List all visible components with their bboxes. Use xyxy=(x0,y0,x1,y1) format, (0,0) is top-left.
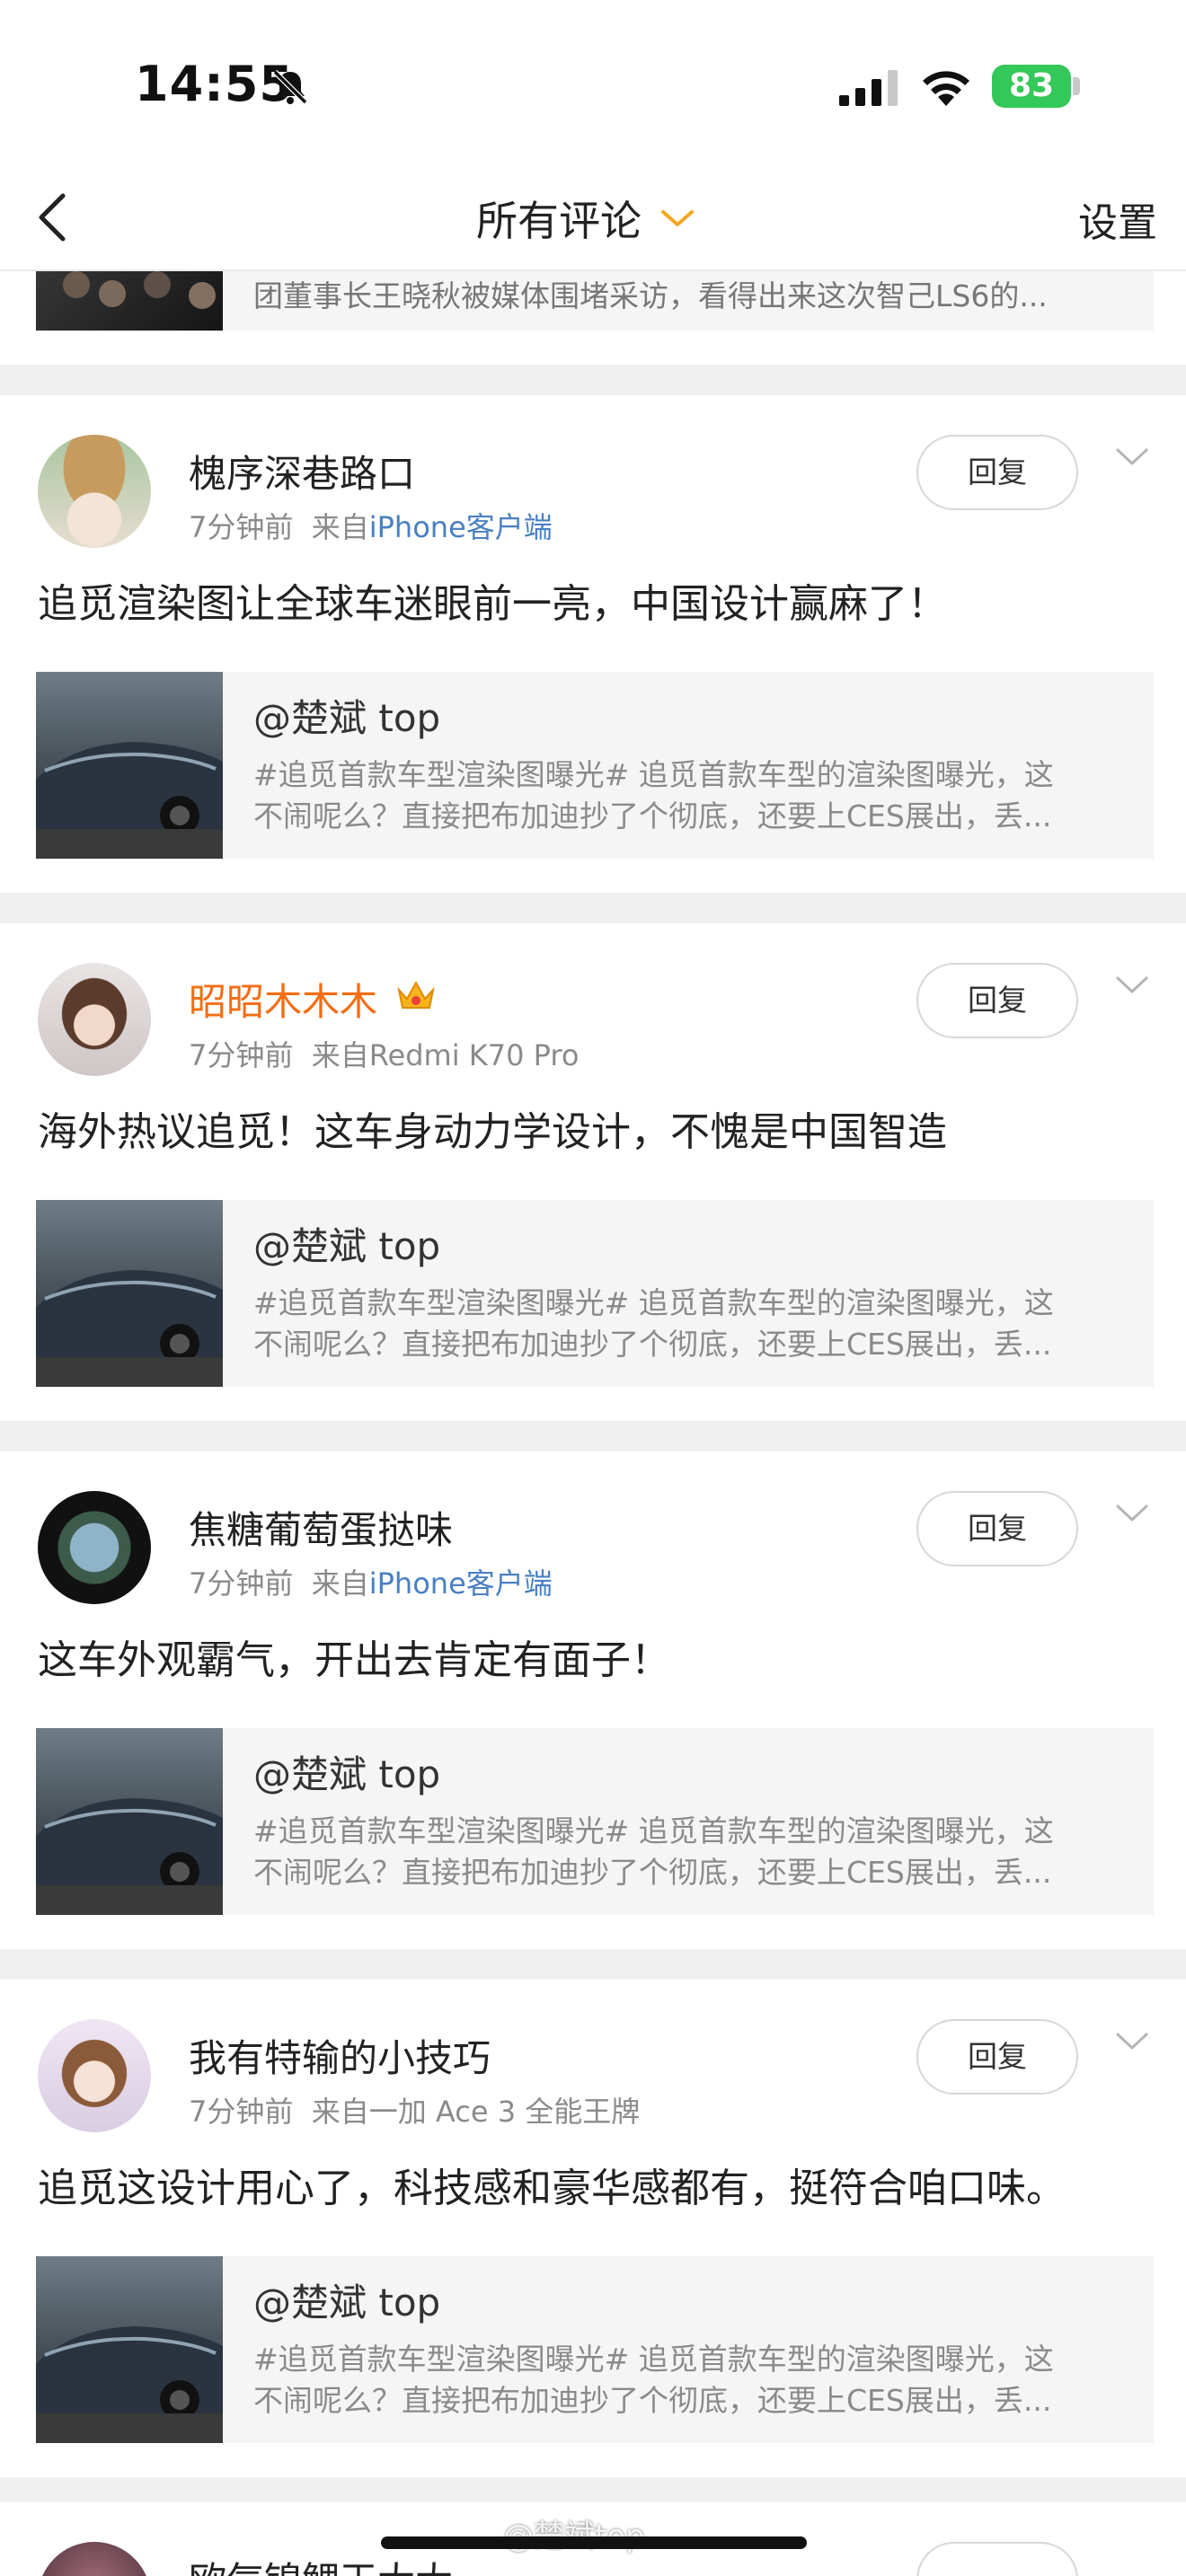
comment-time: 7分钟前 xyxy=(189,1566,294,1601)
comment-source: 一加 Ace 3 全能王牌 xyxy=(368,2095,641,2129)
comment-time: 7分钟前 xyxy=(189,510,294,544)
comment-meta: 7分钟前 来自一加 Ace 3 全能王牌 xyxy=(189,2089,640,2130)
quoted-post-text: #追觅首款车型渲染图曝光# 追觅首款车型的渲染图曝光，这 不闹呢么？直接把布加迪… xyxy=(253,1283,1143,1365)
comment-text: 海外热议追觅！这车身动力学设计，不愧是中国智造 xyxy=(38,1109,947,1155)
battery-cap xyxy=(1073,77,1080,95)
source-prefix: 来自 xyxy=(311,1566,369,1601)
nav-bar: 所有评论 设置 xyxy=(0,171,1186,271)
quoted-line: #追觅首款车型渲染图曝光# 追觅首款车型的渲染图曝光，这 xyxy=(253,1813,1054,1848)
chevron-down-icon[interactable] xyxy=(1114,446,1150,469)
quoted-line: 不闹呢么？直接把布加迪抄了个彻底，还要上CES展出，丢... xyxy=(253,1855,1052,1890)
post-thumbnail xyxy=(36,2256,223,2443)
comment-source-link[interactable]: iPhone客户端 xyxy=(369,1566,553,1601)
card-divider xyxy=(0,1949,1186,1980)
quoted-author: @楚斌 top xyxy=(253,1224,441,1268)
quoted-line: #追觅首款车型渲染图曝光# 追觅首款车型的渲染图曝光，这 xyxy=(253,757,1054,792)
chevron-down-icon[interactable] xyxy=(1114,1502,1150,1525)
card-divider xyxy=(0,1421,1186,1451)
card-divider xyxy=(0,2477,1186,2502)
comment-source-link[interactable]: iPhone客户端 xyxy=(369,510,553,544)
post-thumbnail xyxy=(36,1200,223,1387)
comment-meta: 7分钟前 来自iPhone客户端 xyxy=(189,1561,553,1602)
comment-text: 追觅渲染图让全球车迷眼前一亮，中国设计赢麻了！ xyxy=(38,581,947,627)
wifi-icon xyxy=(923,71,969,106)
reply-button[interactable]: 回复 xyxy=(916,1491,1078,1566)
comment-card: 焦糖葡萄蛋挞味 7分钟前 来自iPhone客户端 回复 这车外观霸气，开出去肯定… xyxy=(0,1451,1186,1949)
bell-muted-icon xyxy=(272,69,308,105)
username[interactable]: 我有特输的小技巧 xyxy=(189,2028,491,2083)
reply-button[interactable]: 回复 xyxy=(916,435,1078,510)
back-arrow-icon[interactable] xyxy=(27,181,81,253)
chevron-down-icon xyxy=(661,210,694,226)
comment-time: 7分钟前 xyxy=(189,2095,294,2129)
quoted-author: @楚斌 top xyxy=(253,2280,441,2325)
home-indicator xyxy=(381,2536,807,2549)
quoted-line: 不闹呢么？直接把布加迪抄了个彻底，还要上CES展出，丢... xyxy=(253,2383,1052,2418)
page-title: 所有评论 xyxy=(476,197,642,245)
card-divider xyxy=(0,365,1186,395)
reply-button[interactable]: 回复 xyxy=(916,2019,1078,2095)
comment-filter-dropdown[interactable]: 所有评论 xyxy=(476,187,697,250)
reply-button[interactable]: 回复 xyxy=(916,963,1078,1038)
chevron-down-icon[interactable] xyxy=(1114,2030,1150,2053)
quoted-post[interactable]: @楚斌 top #追觅首款车型渲染图曝光# 追觅首款车型的渲染图曝光，这 不闹呢… xyxy=(36,2256,1154,2443)
username[interactable]: 欧气锦鲤王大大 xyxy=(189,2551,453,2576)
quoted-post-text: 团董事长王晓秋被媒体围堵采访，看得出来这次智己LS6的... xyxy=(253,278,1048,313)
comment-meta: 7分钟前 来自iPhone客户端 xyxy=(189,505,553,546)
comment-text: 这车外观霸气，开出去肯定有面子！ xyxy=(38,1637,670,1683)
avatar[interactable] xyxy=(38,2542,151,2576)
quoted-line: 不闹呢么？直接把布加迪抄了个彻底，还要上CES展出，丢... xyxy=(253,1327,1052,1362)
avatar[interactable] xyxy=(38,963,151,1076)
comment-time: 7分钟前 xyxy=(189,1038,294,1072)
quoted-post[interactable]: @楚斌 top #追觅首款车型渲染图曝光# 追觅首款车型的渲染图曝光，这 不闹呢… xyxy=(36,672,1154,859)
settings-button[interactable]: 设置 xyxy=(1078,190,1157,248)
quoted-line: #追觅首款车型渲染图曝光# 追觅首款车型的渲染图曝光，这 xyxy=(253,1285,1054,1320)
quoted-post-text: #追觅首款车型渲染图曝光# 追觅首款车型的渲染图曝光，这 不闹呢么？直接把布加迪… xyxy=(253,754,1143,837)
partial-comment-card: 团董事长王晓秋被媒体围堵采访，看得出来这次智己LS6的... xyxy=(0,271,1186,365)
avatar[interactable] xyxy=(38,2019,151,2132)
quoted-post[interactable]: @楚斌 top #追觅首款车型渲染图曝光# 追觅首款车型的渲染图曝光，这 不闹呢… xyxy=(36,1728,1154,1915)
avatar[interactable] xyxy=(38,1491,151,1604)
quoted-post-text: #追觅首款车型渲染图曝光# 追觅首款车型的渲染图曝光，这 不闹呢么？直接把布加迪… xyxy=(253,1811,1143,1893)
post-thumbnail xyxy=(36,271,223,331)
quoted-line: #追觅首款车型渲染图曝光# 追觅首款车型的渲染图曝光，这 xyxy=(253,2342,1054,2377)
quoted-author: @楚斌 top xyxy=(253,1752,441,1796)
post-thumbnail xyxy=(36,672,223,859)
quoted-post-text: #追觅首款车型渲染图曝光# 追觅首款车型的渲染图曝光，这 不闹呢么？直接把布加迪… xyxy=(253,2339,1143,2422)
comment-text: 追觅这设计用心了，科技感和豪华感都有，挺符合咱口味。 xyxy=(38,2166,1066,2211)
source-prefix: 来自 xyxy=(311,2095,369,2129)
status-bar: 14:55 83 xyxy=(0,0,1186,171)
username[interactable]: 焦糖葡萄蛋挞味 xyxy=(189,1500,453,1555)
comment-card: 我有特输的小技巧 7分钟前 来自一加 Ace 3 全能王牌 回复 追觅这设计用心… xyxy=(0,1980,1186,2477)
comment-card: 昭昭木木木 7分钟前 来自Redmi K70 Pro 回复 海外热议追觅！这车身… xyxy=(0,923,1186,1421)
comment-meta: 7分钟前 来自Redmi K70 Pro xyxy=(189,1033,579,1074)
username[interactable]: 槐序深巷路口 xyxy=(189,444,415,498)
quoted-post[interactable]: @楚斌 top #追觅首款车型渲染图曝光# 追觅首款车型的渲染图曝光，这 不闹呢… xyxy=(36,1200,1154,1387)
reply-button[interactable] xyxy=(916,2542,1078,2576)
comment-source: Redmi K70 Pro xyxy=(368,1038,580,1072)
username[interactable]: 昭昭木木木 xyxy=(189,972,377,1027)
quoted-line: 不闹呢么？直接把布加迪抄了个彻底，还要上CES展出，丢... xyxy=(253,798,1052,834)
quoted-post[interactable]: 团董事长王晓秋被媒体围堵采访，看得出来这次智己LS6的... xyxy=(36,271,1154,331)
source-prefix: 来自 xyxy=(311,1038,369,1072)
vip-crown-icon xyxy=(397,980,435,1009)
battery-indicator: 83 xyxy=(992,65,1071,108)
chevron-down-icon[interactable] xyxy=(1114,974,1150,997)
comment-card: 槐序深巷路口 7分钟前 来自iPhone客户端 回复 追觅渲染图让全球车迷眼前一… xyxy=(0,395,1186,893)
avatar[interactable] xyxy=(38,435,151,548)
cellular-signal-icon xyxy=(839,70,898,106)
source-prefix: 来自 xyxy=(311,510,369,544)
post-thumbnail xyxy=(36,1728,223,1915)
card-divider xyxy=(0,893,1186,923)
quoted-author: @楚斌 top xyxy=(253,696,441,740)
